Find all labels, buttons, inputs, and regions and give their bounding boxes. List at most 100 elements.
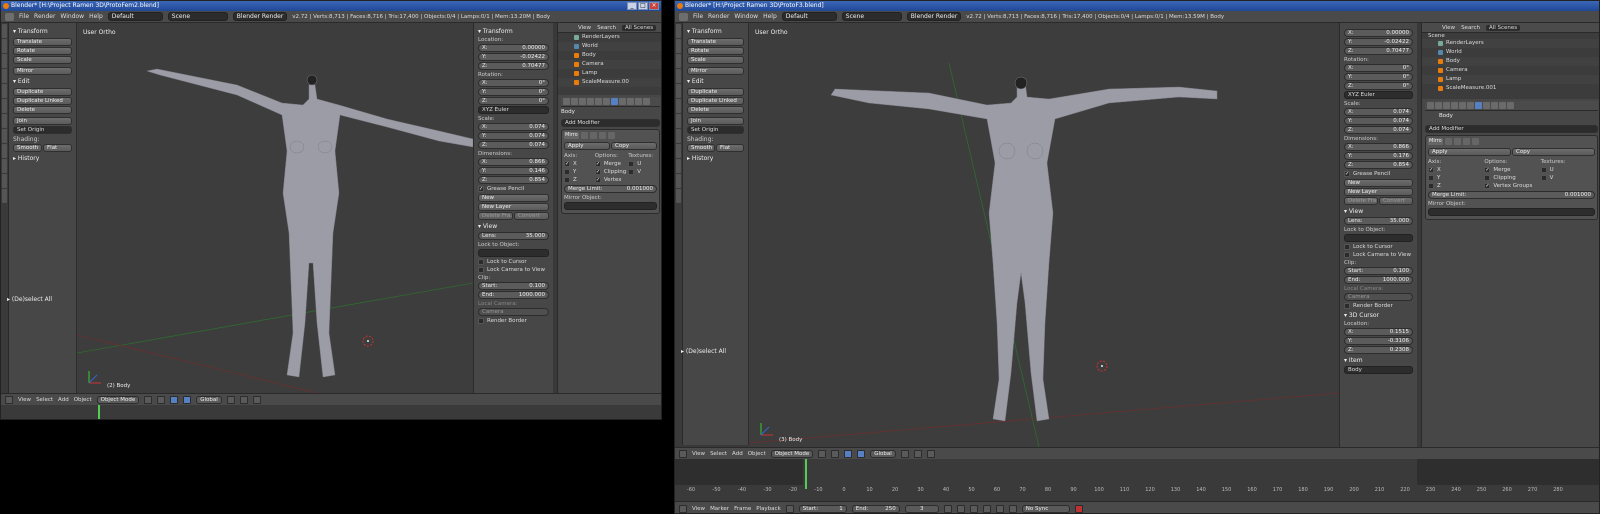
outliner-item-body[interactable]: Body	[1422, 57, 1599, 66]
dimension-x-field[interactable]: X: 0.866	[478, 158, 549, 166]
timeline-playback-menu[interactable]: Playback	[756, 506, 781, 512]
grease-new-button[interactable]: New	[1344, 179, 1413, 187]
clipping-checkbox[interactable]: ✓ Clipping	[594, 169, 626, 175]
lock-cursor-checkbox[interactable]: Lock to Cursor	[1344, 244, 1413, 250]
rotation-x-field[interactable]: X: 0°	[1344, 64, 1413, 72]
clip-start-field[interactable]: Start: 0.100	[478, 282, 549, 290]
new-layer-button[interactable]: New Layer	[478, 203, 549, 211]
pivot-icon[interactable]	[157, 395, 166, 404]
copy-modifier-button[interactable]: Copy	[1512, 148, 1595, 156]
outliner-item-lamp[interactable]: Lamp	[1422, 75, 1599, 84]
duplicate-linked-button[interactable]: Duplicate Linked	[687, 97, 744, 105]
minimize-icon[interactable]: _	[627, 2, 637, 10]
layout-dropdown[interactable]: Default	[107, 12, 163, 21]
rotation-mode-dropdown[interactable]: XYZ Euler	[478, 106, 549, 114]
rotation-y-field[interactable]: Y: 0°	[478, 88, 549, 96]
rotate-button[interactable]: Rotate	[13, 47, 72, 55]
clipping-checkbox[interactable]: Clipping	[1484, 175, 1538, 181]
mirror-object-field[interactable]	[1428, 208, 1595, 216]
record-icon[interactable]	[1074, 504, 1083, 513]
scale-x-field[interactable]: X: 0.074	[478, 123, 549, 131]
outliner-item-renderlayers[interactable]: RenderLayers	[1422, 39, 1599, 48]
prev-key-icon[interactable]	[956, 504, 965, 513]
join-button[interactable]: Join	[13, 117, 72, 125]
outliner-item-body[interactable]: Body	[558, 51, 661, 60]
next-key-icon[interactable]	[995, 504, 1004, 513]
menu-window[interactable]: Window	[734, 13, 758, 20]
set-origin-dropdown[interactable]: Set Origin	[687, 126, 744, 134]
play-icon[interactable]	[982, 504, 991, 513]
outliner-item-scalemeasure[interactable]: ScaleMeasure.00	[558, 78, 661, 87]
scale-y-field[interactable]: Y: 0.074	[478, 132, 549, 140]
outliner-item-camera[interactable]: Camera	[1422, 66, 1599, 75]
edit-mode-icon[interactable]	[598, 132, 606, 139]
menu-window[interactable]: Window	[60, 13, 84, 20]
item-panel-header[interactable]: Item	[1344, 357, 1413, 364]
edit-panel-header[interactable]: Edit	[13, 78, 72, 85]
left-timeline[interactable]	[1, 405, 661, 419]
render-engine-dropdown[interactable]: Blender Render	[232, 12, 288, 21]
sync-dropdown[interactable]: No Sync	[1021, 504, 1070, 513]
axis-z-checkbox[interactable]: Z	[1428, 183, 1482, 189]
texture-v-checkbox[interactable]: V	[1540, 175, 1595, 181]
set-origin-dropdown[interactable]: Set Origin	[13, 126, 72, 134]
menu-file[interactable]: File	[693, 13, 703, 20]
footer-view-menu[interactable]: View	[692, 451, 705, 457]
grease-pencil-toggle[interactable]: ✓ Grease Pencil	[478, 186, 549, 192]
delete-frame-button[interactable]: Delete Fra...	[1344, 197, 1378, 205]
render-icon[interactable]	[926, 449, 935, 458]
location-z-field[interactable]: Z: 0.70477	[478, 62, 549, 70]
scale-z-field[interactable]: Z: 0.074	[1344, 126, 1413, 134]
outliner-item-camera[interactable]: Camera	[558, 60, 661, 69]
new-layer-button[interactable]: New Layer	[1344, 188, 1413, 196]
scale-button[interactable]: Scale	[687, 56, 744, 64]
outliner-search-menu[interactable]: Search	[597, 25, 616, 31]
dimension-y-field[interactable]: Y: 0.146	[478, 167, 549, 175]
lock-camera-checkbox[interactable]: Lock Camera to View	[1344, 252, 1413, 258]
rotation-z-field[interactable]: Z: 0°	[1344, 82, 1413, 90]
translate-manipulator-icon[interactable]	[857, 449, 866, 458]
jump-end-icon[interactable]	[1008, 504, 1017, 513]
timeline-view-menu[interactable]: View	[692, 506, 705, 512]
dimension-y-field[interactable]: Y: 0.176	[1344, 152, 1413, 160]
outliner-search-menu[interactable]: Search	[1461, 25, 1480, 31]
pivot-icon[interactable]	[831, 449, 840, 458]
vertex-groups-checkbox[interactable]: ✓ Vertex Groups	[1484, 183, 1538, 189]
convert-button[interactable]: Convert	[1379, 197, 1413, 205]
copy-modifier-button[interactable]: Copy	[611, 142, 657, 150]
close-icon[interactable]	[1471, 138, 1479, 145]
lens-field[interactable]: Lens: 35.000	[1344, 217, 1413, 225]
right-viewport-canvas[interactable]	[749, 23, 1339, 447]
apply-modifier-button[interactable]: Apply	[564, 142, 610, 150]
orientation-dropdown[interactable]: Global	[870, 449, 896, 458]
item-name-field[interactable]: Body	[1344, 366, 1413, 374]
editor-type-icon[interactable]	[5, 12, 14, 21]
mirror-object-field[interactable]	[564, 202, 657, 210]
vertex-checkbox[interactable]: ✓ Vertex	[594, 177, 626, 183]
edit-panel-header[interactable]: Edit	[687, 78, 744, 85]
smooth-button[interactable]: Smooth	[687, 144, 715, 152]
dimension-z-field[interactable]: Z: 0.854	[478, 176, 549, 184]
translate-button[interactable]: Translate	[687, 38, 744, 46]
cursor-y-field[interactable]: Y: -0.3106	[1344, 337, 1413, 345]
smooth-button[interactable]: Smooth	[13, 144, 42, 152]
history-panel-header[interactable]: History	[687, 155, 744, 162]
render-icon[interactable]	[252, 395, 261, 404]
location-x-field[interactable]: X: 0.00000	[1344, 29, 1413, 37]
orientation-dropdown[interactable]: Global	[196, 395, 222, 404]
delete-frame-button[interactable]: Delete Fra...	[478, 212, 513, 220]
preview-range-icon[interactable]	[785, 504, 794, 513]
merge-checkbox[interactable]: ✓ Merge	[1484, 167, 1538, 173]
shading-icon[interactable]	[818, 449, 827, 458]
properties-tab-strip[interactable]	[561, 97, 660, 107]
outliner-item-lamp[interactable]: Lamp	[558, 69, 661, 78]
location-y-field[interactable]: Y: -0.02422	[1344, 38, 1413, 46]
render-border-checkbox[interactable]: Render Border	[1344, 303, 1413, 309]
shading-icon[interactable]	[144, 395, 153, 404]
translate-button[interactable]: Translate	[13, 38, 72, 46]
clip-end-field[interactable]: End: 1000.000	[478, 291, 549, 299]
duplicate-button[interactable]: Duplicate	[687, 88, 744, 96]
clip-start-field[interactable]: Start: 0.100	[1344, 267, 1413, 275]
apply-modifier-button[interactable]: Apply	[1428, 148, 1511, 156]
outliner-view-menu[interactable]: View	[1442, 25, 1455, 31]
